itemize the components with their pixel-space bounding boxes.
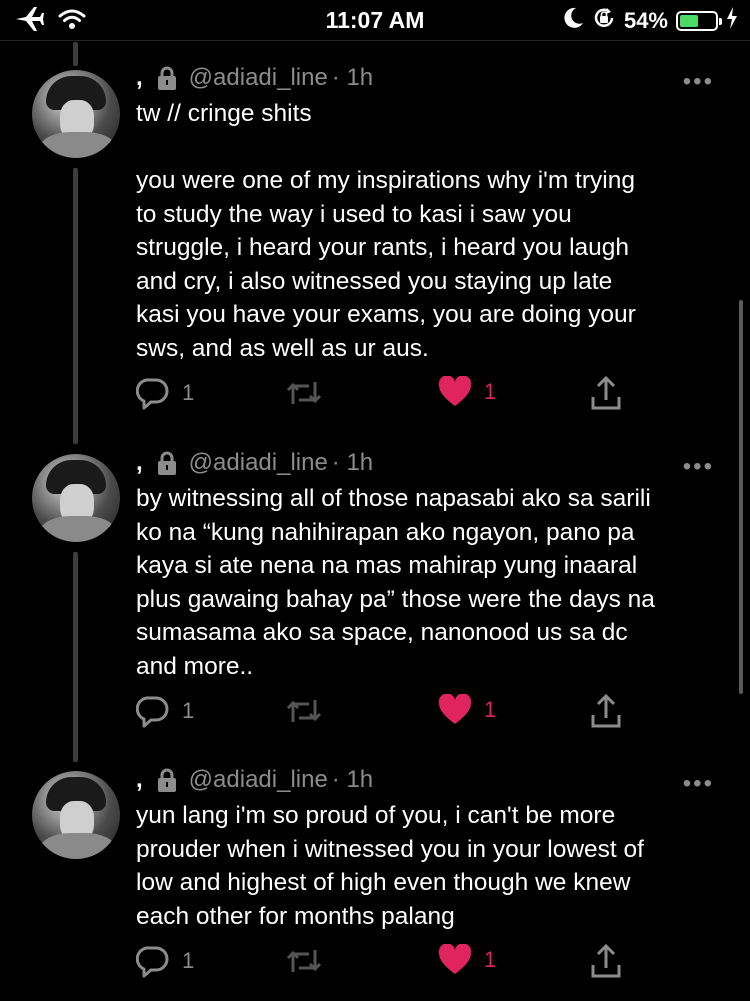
- battery-fill: [680, 15, 698, 27]
- tweet-text: tw // cringe shits you were one of my in…: [136, 100, 636, 362]
- timestamp: · 1h: [331, 766, 374, 793]
- heart-icon: [438, 694, 472, 724]
- charging-icon: [726, 7, 738, 35]
- tweet-actions: 1 1: [0, 376, 750, 416]
- reply-button[interactable]: 1: [136, 944, 194, 978]
- reply-icon: [136, 696, 169, 728]
- like-button[interactable]: 1: [438, 694, 496, 726]
- more-options-icon[interactable]: •••: [683, 453, 714, 481]
- status-bar: 11:07 AM 54%: [0, 0, 750, 41]
- battery-percent: 54%: [623, 8, 668, 33]
- lock-icon: [155, 65, 179, 91]
- reply-icon: [136, 946, 169, 978]
- display-name[interactable]: ,: [136, 766, 143, 794]
- retweet-icon: [286, 950, 322, 972]
- reply-count: 1: [182, 380, 195, 405]
- reply-icon: [136, 378, 169, 410]
- tweet-actions: 1 1: [0, 694, 750, 734]
- tweet-header: , @adiadi_line · 1h: [136, 766, 373, 794]
- tweet-text: by witnessing all of those napasabi ako …: [136, 485, 655, 680]
- rotation-lock-icon: [592, 6, 616, 36]
- display-name[interactable]: ,: [136, 449, 143, 477]
- battery-icon: [676, 11, 722, 31]
- display-name[interactable]: ,: [136, 64, 143, 92]
- tweet-text: yun lang i'm so proud of you, i can't be…: [136, 802, 644, 930]
- lock-icon: [155, 450, 179, 476]
- handle[interactable]: @adiadi_line: [189, 449, 328, 477]
- share-button[interactable]: [589, 694, 623, 730]
- heart-icon: [438, 376, 472, 406]
- retweet-icon: [286, 382, 322, 404]
- reply-button[interactable]: 1: [136, 376, 194, 410]
- share-icon: [591, 944, 621, 978]
- like-count: 1: [484, 379, 497, 404]
- retweet-button[interactable]: [285, 944, 323, 978]
- heart-icon: [438, 944, 472, 974]
- reply-count: 1: [182, 698, 195, 723]
- avatar[interactable]: [32, 771, 120, 859]
- lock-icon: [155, 767, 179, 793]
- status-right: 54%: [564, 6, 738, 36]
- timestamp: · 1h: [331, 449, 374, 476]
- share-icon: [591, 694, 621, 728]
- share-button[interactable]: [589, 376, 623, 412]
- retweet-button[interactable]: [285, 376, 323, 410]
- tweet-header: , @adiadi_line · 1h: [136, 64, 373, 92]
- tweet-header: , @adiadi_line · 1h: [136, 449, 373, 477]
- tweet-actions: 1 1: [0, 944, 750, 984]
- like-count: 1: [484, 697, 497, 722]
- moon-icon: [564, 7, 584, 35]
- like-button[interactable]: 1: [438, 944, 496, 976]
- share-icon: [591, 376, 621, 410]
- avatar[interactable]: [32, 454, 120, 542]
- timestamp: · 1h: [331, 64, 374, 91]
- more-options-icon[interactable]: •••: [683, 770, 714, 798]
- retweet-button[interactable]: [285, 694, 323, 728]
- share-button[interactable]: [589, 944, 623, 980]
- reply-count: 1: [182, 948, 195, 973]
- more-options-icon[interactable]: •••: [683, 68, 714, 96]
- handle[interactable]: @adiadi_line: [189, 64, 328, 92]
- scrollbar[interactable]: [739, 300, 743, 694]
- like-count: 1: [484, 947, 497, 972]
- thread-line: [73, 42, 78, 66]
- handle[interactable]: @adiadi_line: [189, 766, 328, 794]
- like-button[interactable]: 1: [438, 376, 496, 408]
- retweet-icon: [286, 700, 322, 722]
- reply-button[interactable]: 1: [136, 694, 194, 728]
- avatar[interactable]: [32, 70, 120, 158]
